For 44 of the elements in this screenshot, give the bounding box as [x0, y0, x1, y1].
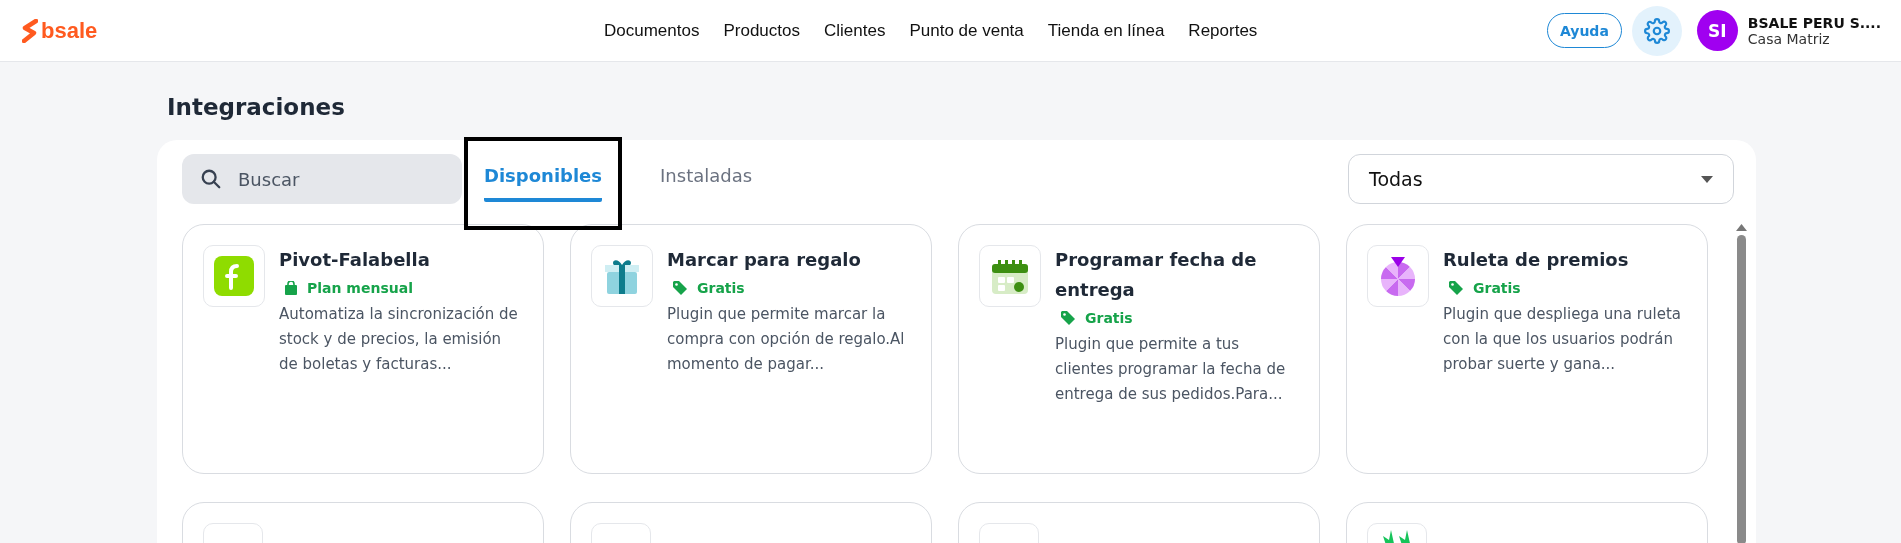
- page-title: Integraciones: [166, 93, 346, 122]
- prize-wheel-icon: [1378, 255, 1418, 297]
- integration-description: Plugin que permite marcar la compra con opción de regalo.Al momento de pagar...: [667, 304, 906, 375]
- integration-card[interactable]: Programar fecha de entrega Gratis Plugin que permite a tus clientes programar la fecha de entrega de sus pedidos.Para...: [958, 224, 1320, 474]
- integration-card[interactable]: Ruleta de premios Gratis Plugin que despliega una ruleta con la que los usuarios podrán probar suerte y gana...: [1346, 224, 1708, 474]
- nav-link[interactable]: Punto de venta: [909, 20, 1024, 41]
- nav-link[interactable]: Reportes: [1188, 20, 1258, 41]
- nav-link[interactable]: Productos: [723, 20, 800, 41]
- price-label: Gratis: [1085, 310, 1133, 326]
- integration-card[interactable]: Pivot-Falabella Plan mensual Automatiza la sincronización de stock y de precios, la emisión de boletas y facturas...: [182, 224, 544, 474]
- price-label: Gratis: [1473, 280, 1521, 296]
- integration-title: Ruleta de premios: [1443, 248, 1630, 272]
- integration-title: Pivot-Falabella: [279, 248, 431, 272]
- search-icon: [200, 168, 222, 190]
- tag-icon: [1061, 311, 1075, 325]
- search-field[interactable]: Buscar: [182, 154, 462, 204]
- nav-link[interactable]: Documentos: [604, 20, 700, 41]
- nav-link[interactable]: Tienda en línea: [1047, 20, 1165, 41]
- branch-name: Casa Matriz: [1747, 30, 1831, 47]
- integration-description: Plugin que permite a tus clientes programar la fecha de entrega de sus pedidos.Para...: [1055, 334, 1287, 405]
- scroll-up-icon[interactable]: [1736, 224, 1747, 231]
- price-label: Plan mensual: [307, 280, 413, 296]
- company-name: BSALE PERU S....: [1747, 14, 1881, 31]
- price-label: Gratis: [697, 280, 745, 296]
- integration-description: Plugin que despliega una ruleta con la que los usuarios podrán probar suerte y gana...: [1443, 304, 1682, 375]
- logo-text: bsale: [41, 17, 98, 44]
- app-logo-icon: [214, 256, 254, 296]
- tab[interactable]: Disponibles: [484, 156, 603, 202]
- tab[interactable]: Instaladas: [660, 156, 753, 202]
- shopping-bag-icon: [285, 281, 297, 295]
- nav-link[interactable]: Clientes: [824, 20, 886, 41]
- integration-title: Programar fecha de entrega: [1055, 248, 1258, 302]
- tag-icon: [673, 281, 687, 295]
- scrollbar-thumb[interactable]: [1737, 235, 1746, 543]
- help-button[interactable]: Ayuda: [1546, 13, 1622, 48]
- tag-icon: [1449, 281, 1463, 295]
- integration-title: Marcar para regalo: [667, 248, 862, 272]
- integration-card[interactable]: Marcar para regalo Gratis Plugin que permite marcar la compra con opción de regalo.Al momento de pagar...: [570, 224, 932, 474]
- user-avatar[interactable]: SI: [1696, 10, 1738, 51]
- logo-mark-icon: [22, 18, 38, 43]
- settings-icon: [1643, 17, 1670, 44]
- integration-description: Automatiza la sincronización de stock y de precios, la emisión de boletas y facturas...: [279, 304, 519, 375]
- category-dropdown[interactable]: Todas: [1348, 154, 1734, 204]
- caret-icon: [1701, 175, 1713, 183]
